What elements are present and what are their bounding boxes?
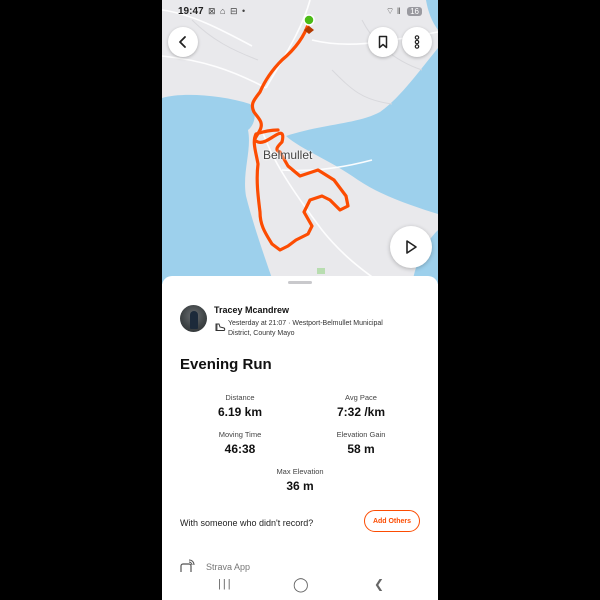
- signal-icon: ⌔ ‖: [385, 6, 401, 16]
- play-icon: [406, 240, 417, 254]
- activity-details-sheet: Tracey Mcandrew Yesterday at 21:07 · Wes…: [162, 276, 438, 600]
- stat-label: Distance: [225, 393, 255, 402]
- back-button[interactable]: [168, 27, 198, 57]
- shoe-icon: [215, 323, 226, 331]
- recents-nav-button[interactable]: |||: [218, 578, 233, 590]
- record-prompt-text: With someone who didn't record?: [180, 518, 314, 528]
- device-label: Strava App: [206, 562, 251, 572]
- bookmark-button[interactable]: [368, 27, 398, 57]
- add-others-button[interactable]: Add Others: [364, 510, 420, 532]
- stat-value: 36 m: [286, 479, 314, 493]
- home-nav-button[interactable]: ◯: [293, 576, 309, 593]
- stat-value: 7:32 /km: [336, 405, 386, 419]
- chevron-left-icon: [179, 36, 186, 48]
- stat-max-elevation: Max Elevation 36 m: [240, 467, 360, 493]
- back-nav-button[interactable]: ❮: [374, 577, 384, 591]
- bookmark-icon: [378, 35, 388, 49]
- status-bar: 19:47 ⊠ ⌂ ⊟ • ⌔ ‖ 16: [162, 0, 438, 24]
- stat-moving-time: Moving Time 46:38: [180, 430, 300, 456]
- stat-avg-pace: Avg Pace 7:32 /km: [301, 393, 421, 419]
- activity-title: Evening Run: [180, 356, 272, 373]
- more-options-button[interactable]: [402, 27, 432, 57]
- stat-value: 46:38: [224, 442, 256, 456]
- avatar[interactable]: [180, 305, 207, 332]
- more-vertical-icon: [414, 35, 420, 49]
- notification-icons: ⊠ ⌂ ⊟ •: [208, 6, 247, 16]
- system-nav-bar: ||| ◯ ❮: [162, 572, 438, 600]
- activity-map[interactable]: 19:47 ⊠ ⌂ ⊟ • ⌔ ‖ 16 Belmullet: [162, 0, 438, 284]
- athlete-name[interactable]: Tracey Mcandrew: [214, 305, 289, 315]
- phone-screen: 19:47 ⊠ ⌂ ⊟ • ⌔ ‖ 16 Belmullet Tracey Mc…: [162, 0, 438, 600]
- stat-label: Moving Time: [218, 430, 262, 439]
- battery-icon: 16: [407, 7, 422, 16]
- sheet-grabber[interactable]: [288, 281, 312, 284]
- status-time: 19:47: [178, 6, 204, 17]
- stat-label: Avg Pace: [345, 393, 377, 402]
- activity-meta: Yesterday at 21:07 · Westport-Belmullet …: [228, 320, 383, 337]
- flyover-play-button[interactable]: [390, 226, 432, 268]
- status-indicators: ⌔ ‖ 16: [386, 6, 422, 17]
- map-place-label: Belmullet: [263, 148, 313, 162]
- stat-distance: Distance 6.19 km: [180, 393, 300, 419]
- stat-value: 6.19 km: [217, 405, 263, 419]
- stat-label: Elevation Gain: [336, 430, 386, 439]
- stat-label: Max Elevation: [276, 467, 324, 476]
- stat-value: 58 m: [347, 442, 375, 456]
- stat-elevation-gain: Elevation Gain 58 m: [301, 430, 421, 456]
